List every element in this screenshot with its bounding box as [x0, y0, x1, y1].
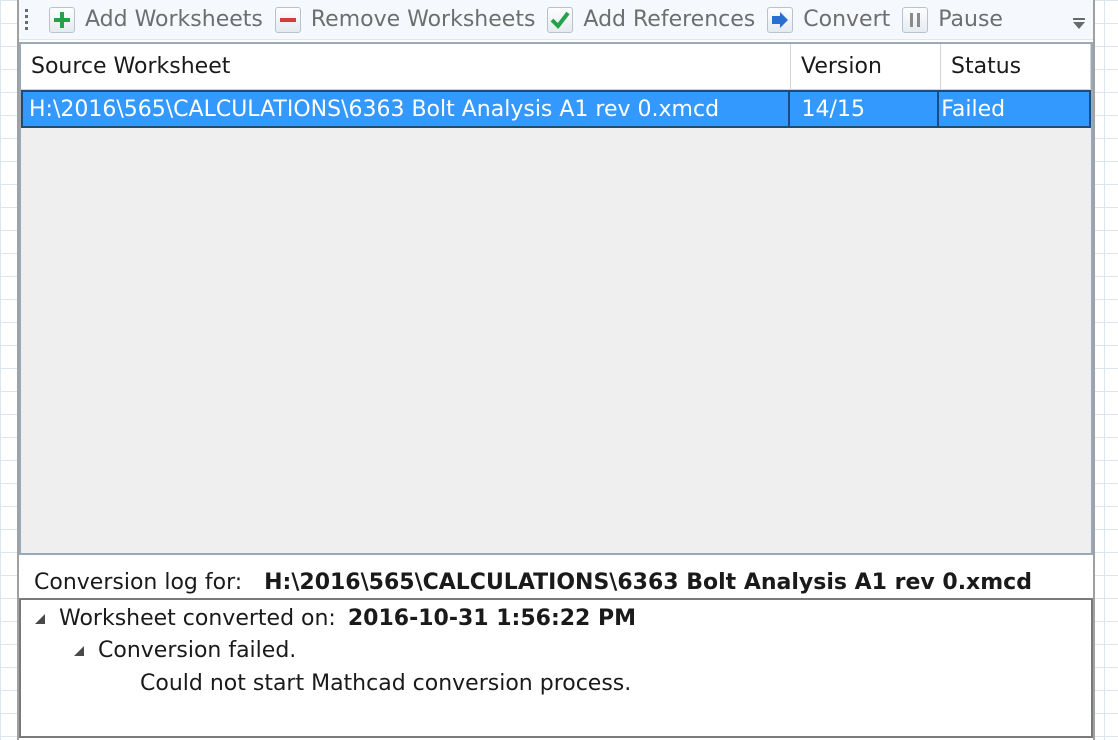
tree-node-conversion-failed[interactable]: Conversion failed.	[74, 638, 296, 663]
pause-label: Pause	[938, 7, 1003, 32]
toolbar-grip[interactable]	[25, 7, 31, 33]
tree-node-detail: Could not start Mathcad conversion proce…	[140, 671, 631, 696]
convert-arrow-icon	[767, 6, 794, 33]
conversion-log-tree: Worksheet converted on: 2016-10-31 1:56:…	[19, 598, 1093, 738]
plus-icon	[49, 6, 75, 33]
convert-button[interactable]: Convert	[767, 3, 890, 37]
grid-header: Source Worksheet Version Status	[21, 44, 1091, 90]
table-row[interactable]: H:\2016\565\CALCULATIONS\6363 Bolt Analy…	[21, 90, 1091, 128]
collapse-triangle-icon[interactable]	[74, 645, 84, 656]
cell-source: H:\2016\565\CALCULATIONS\6363 Bolt Analy…	[23, 92, 790, 126]
failure-detail-text: Could not start Mathcad conversion proce…	[140, 671, 632, 696]
column-header-status[interactable]: Status	[941, 44, 1091, 89]
log-header-label: Conversion log for:	[34, 569, 243, 595]
add-references-button[interactable]: Add References	[547, 3, 755, 37]
converter-panel: Add Worksheets Remove Worksheets Add Ref…	[17, 0, 1095, 740]
converted-on-label: Worksheet converted on:	[59, 606, 336, 631]
toolbar: Add Worksheets Remove Worksheets Add Ref…	[19, 0, 1093, 40]
remove-worksheets-label: Remove Worksheets	[310, 7, 536, 32]
column-header-version[interactable]: Version	[791, 44, 941, 89]
collapse-triangle-icon[interactable]	[35, 613, 45, 624]
conversion-log-header: Conversion log for: H:\2016\565\CALCULAT…	[19, 566, 1093, 598]
minus-icon	[274, 6, 301, 33]
pause-button[interactable]: Pause	[902, 3, 1003, 37]
converted-on-value: 2016-10-31 1:56:22 PM	[347, 606, 637, 631]
add-references-label: Add References	[583, 7, 756, 32]
add-worksheets-button[interactable]: Add Worksheets	[49, 3, 263, 37]
convert-label: Convert	[803, 7, 891, 32]
cell-version: 14/15	[790, 92, 940, 126]
worksheet-grid: Source Worksheet Version Status H:\2016\…	[19, 42, 1093, 555]
cell-status: Failed	[941, 96, 1006, 122]
add-worksheets-label: Add Worksheets	[85, 7, 263, 32]
tree-node-converted-on[interactable]: Worksheet converted on: 2016-10-31 1:56:…	[35, 606, 636, 631]
overflow-chevron-icon[interactable]	[1073, 18, 1085, 29]
conversion-failed-text: Conversion failed.	[98, 638, 297, 663]
log-header-path: H:\2016\565\CALCULATIONS\6363 Bolt Analy…	[264, 569, 1032, 595]
pause-icon	[902, 6, 929, 33]
remove-worksheets-button[interactable]: Remove Worksheets	[274, 3, 536, 37]
checkmark-icon	[547, 6, 574, 33]
column-header-source[interactable]: Source Worksheet	[21, 44, 791, 89]
